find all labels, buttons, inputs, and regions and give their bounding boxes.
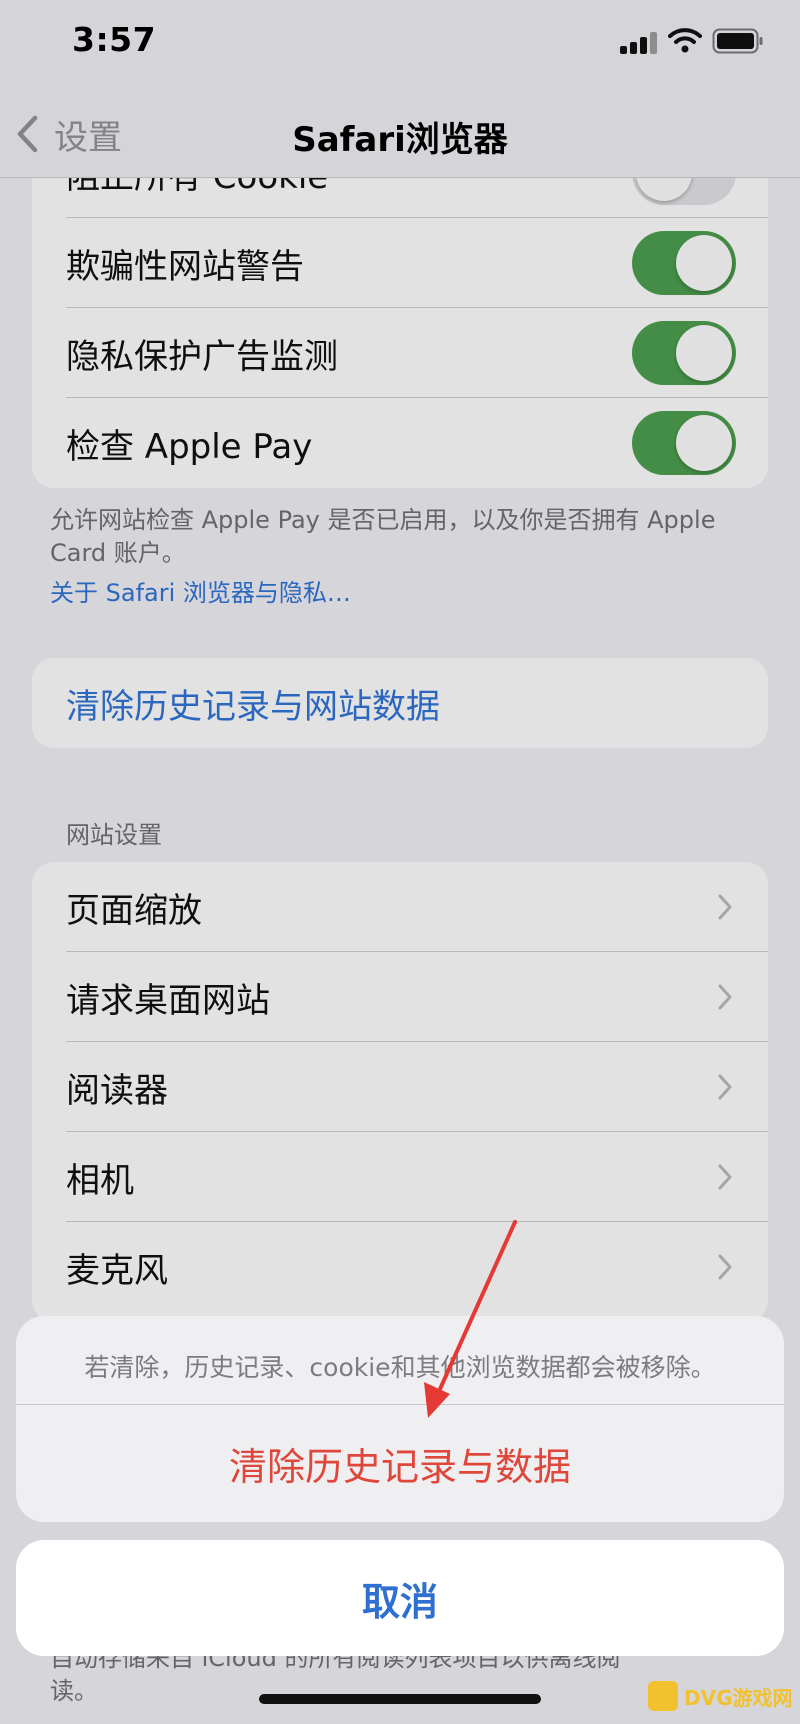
action-sheet-message: 若清除，历史记录、cookie和其他浏览数据都会被移除。 xyxy=(84,1353,716,1382)
watermark-logo-icon xyxy=(648,1681,678,1711)
safari-settings-screen: 阻止所有 Cookie 欺骗性网站警告 隐私保护广告监测 检查 Apple Pa… xyxy=(0,0,800,1724)
watermark-text: DVG游戏网 xyxy=(684,1685,793,1710)
clear-history-and-data-button[interactable]: 清除历史记录与数据 xyxy=(16,1405,784,1522)
home-indicator xyxy=(259,1694,541,1704)
action-sheet: 若清除，历史记录、cookie和其他浏览数据都会被移除。 清除历史记录与数据 xyxy=(16,1316,784,1522)
watermark: DVG游戏网 xyxy=(648,1676,794,1716)
cancel-button[interactable]: 取消 xyxy=(16,1540,784,1656)
